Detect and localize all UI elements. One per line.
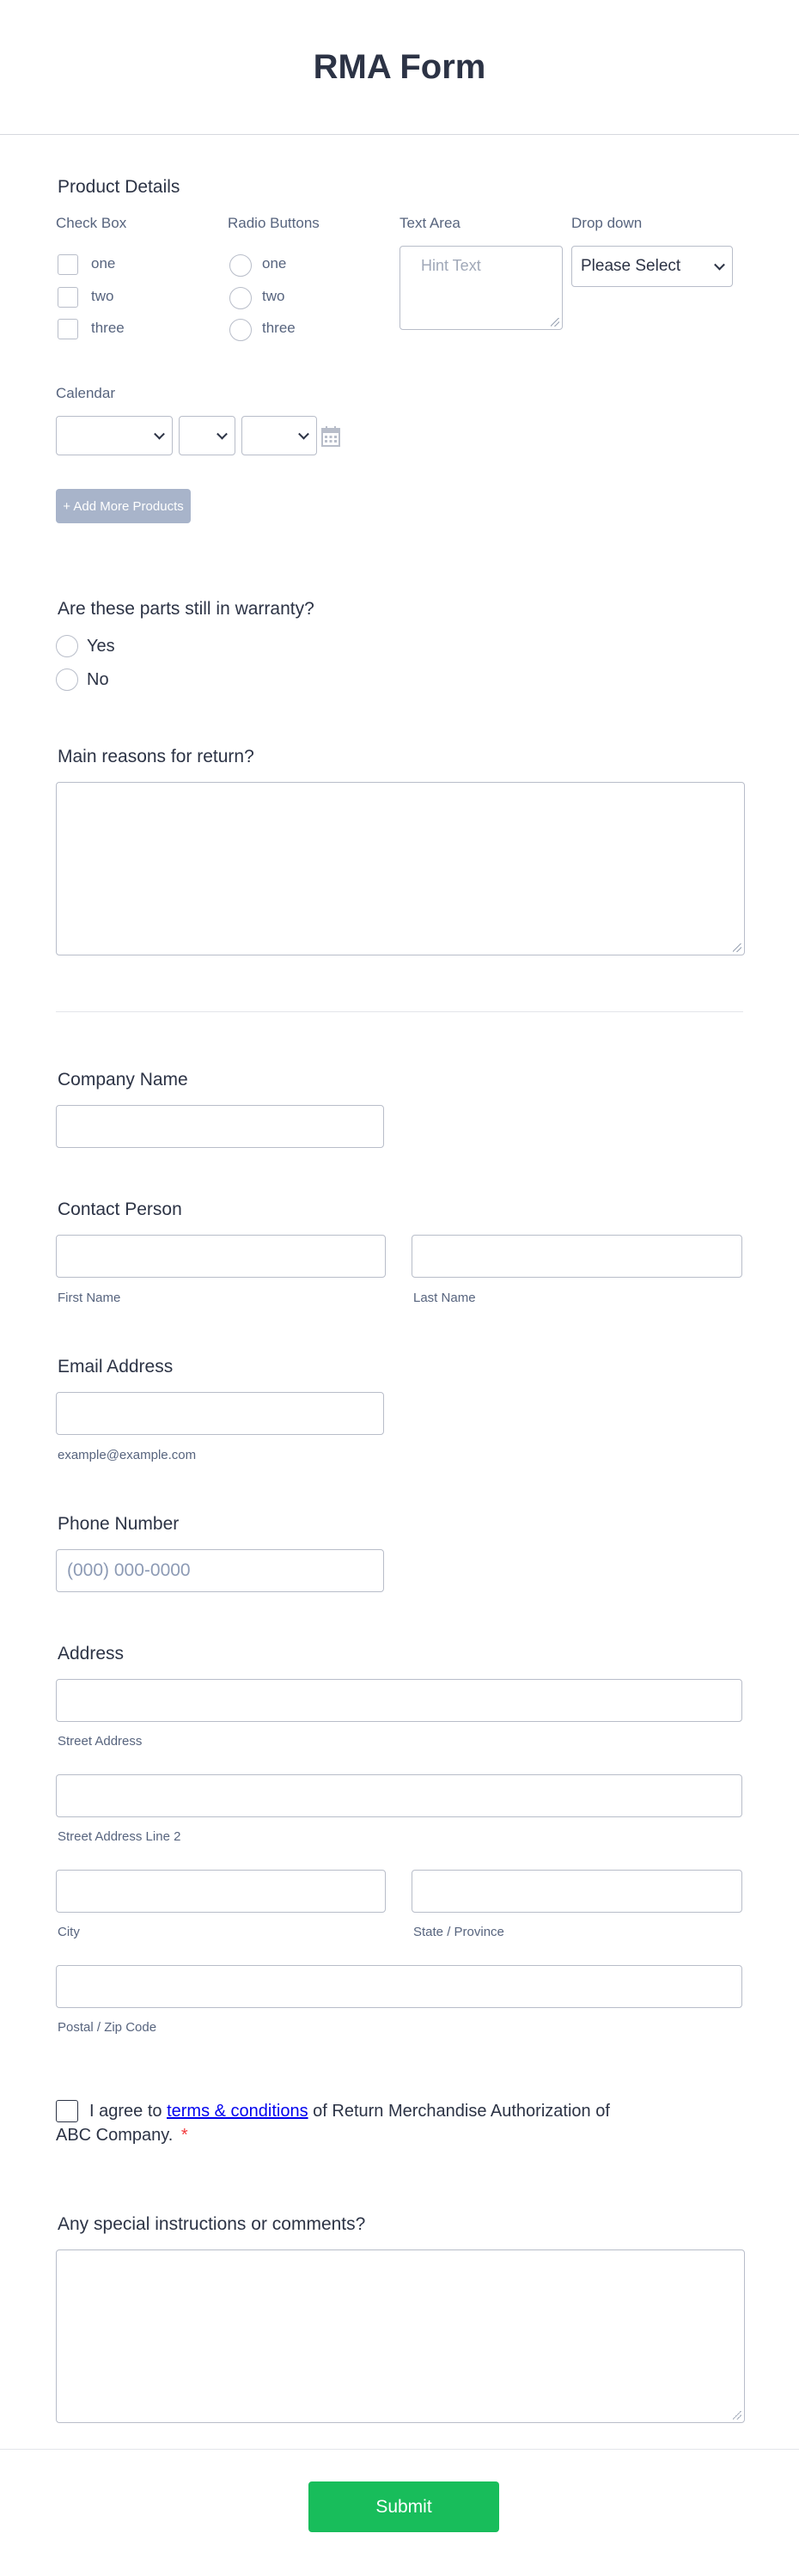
comments-label: Any special instructions or comments? (58, 2214, 366, 2234)
city-sublabel: City (58, 1925, 80, 1939)
radio-three[interactable] (229, 319, 252, 341)
add-more-products-button[interactable]: + Add More Products (56, 489, 191, 523)
radio-one-label: one (262, 255, 287, 272)
calendar-year-select[interactable] (241, 416, 317, 455)
address-label: Address (58, 1644, 125, 1663)
checkbox-two[interactable] (58, 287, 78, 308)
terms-line1: I agree to terms & conditions of Return … (89, 2099, 610, 2123)
footer-divider (0, 2449, 799, 2450)
first-name-input[interactable] (56, 1235, 386, 1278)
resize-grip-icon[interactable] (733, 943, 741, 952)
warranty-question: Are these parts still in warranty? (58, 599, 314, 619)
dropdown-value: Please Select (581, 257, 681, 275)
radio-three-label: three (262, 320, 296, 336)
company-name-input[interactable] (56, 1105, 384, 1148)
email-label: Email Address (58, 1357, 174, 1377)
resize-grip-icon[interactable] (733, 2411, 741, 2420)
calendar-label: Calendar (56, 385, 115, 401)
terms-line2: ABC Company. * (56, 2123, 188, 2147)
textarea-label: Text Area (400, 215, 460, 231)
phone-input[interactable]: (000) 000-0000 (56, 1549, 384, 1592)
terms-link[interactable]: terms & conditions (167, 2102, 308, 2121)
zip-input[interactable] (56, 1965, 742, 2008)
terms-prefix: I agree to (89, 2102, 168, 2121)
checkbox-one[interactable] (58, 254, 78, 275)
reasons-textarea[interactable] (56, 782, 745, 955)
resize-grip-icon[interactable] (551, 318, 559, 327)
terms-company: ABC Company. (56, 2126, 174, 2145)
required-asterisk: * (180, 2126, 188, 2145)
calendar-day-select[interactable] (179, 416, 235, 455)
radio-group-label: Radio Buttons (228, 215, 320, 231)
dropdown-label: Drop down (571, 215, 643, 231)
section-divider (56, 1011, 743, 1012)
warranty-no-label: No (87, 670, 109, 689)
first-name-sublabel: First Name (58, 1291, 121, 1305)
terms-suffix: of Return Merchandise Authorization of (308, 2102, 610, 2121)
form-title: RMA Form (313, 47, 486, 86)
textarea-placeholder: Hint Text (421, 257, 481, 274)
form-page: RMA Form Product Details Check Box one t… (0, 0, 799, 2576)
street-address-input[interactable] (56, 1679, 742, 1722)
warranty-no-radio[interactable] (56, 668, 78, 691)
radio-one[interactable] (229, 254, 252, 277)
product-details-heading: Product Details (58, 177, 180, 197)
checkbox-two-label: two (91, 288, 114, 304)
chevron-down-icon (154, 428, 165, 440)
street-address-line2-input[interactable] (56, 1774, 742, 1817)
company-name-label: Company Name (58, 1070, 188, 1090)
street-address-sublabel: Street Address (58, 1734, 143, 1749)
checkbox-three-label: three (91, 320, 125, 336)
warranty-yes-radio[interactable] (56, 635, 78, 657)
hint-textarea[interactable]: Hint Text (400, 246, 563, 330)
calendar-month-select[interactable] (56, 416, 173, 455)
radio-two[interactable] (229, 287, 252, 309)
radio-two-label: two (262, 288, 285, 304)
contact-person-label: Contact Person (58, 1199, 182, 1219)
last-name-input[interactable] (412, 1235, 742, 1278)
street-address-line2-sublabel: Street Address Line 2 (58, 1829, 181, 1844)
email-sublabel: example@example.com (58, 1448, 197, 1462)
last-name-sublabel: Last Name (413, 1291, 476, 1305)
zip-sublabel: Postal / Zip Code (58, 2020, 157, 2035)
chevron-down-icon (217, 428, 228, 440)
email-input[interactable] (56, 1392, 384, 1435)
checkbox-one-label: one (91, 255, 116, 272)
chevron-down-icon (714, 259, 725, 271)
warranty-yes-label: Yes (87, 637, 115, 656)
chevron-down-icon (298, 428, 309, 440)
phone-label: Phone Number (58, 1514, 180, 1534)
comments-textarea[interactable] (56, 2249, 745, 2423)
state-sublabel: State / Province (413, 1925, 504, 1939)
terms-checkbox[interactable] (56, 2100, 78, 2122)
state-input[interactable] (412, 1870, 742, 1913)
form-header: RMA Form (0, 0, 799, 135)
city-input[interactable] (56, 1870, 386, 1913)
checkbox-three[interactable] (58, 319, 78, 339)
calendar-icon[interactable] (321, 426, 340, 447)
product-dropdown[interactable]: Please Select (571, 246, 733, 287)
phone-placeholder: (000) 000-0000 (67, 1560, 191, 1580)
checkbox-group-label: Check Box (56, 215, 127, 231)
reasons-label: Main reasons for return? (58, 747, 254, 766)
submit-button[interactable]: Submit (308, 2481, 499, 2532)
